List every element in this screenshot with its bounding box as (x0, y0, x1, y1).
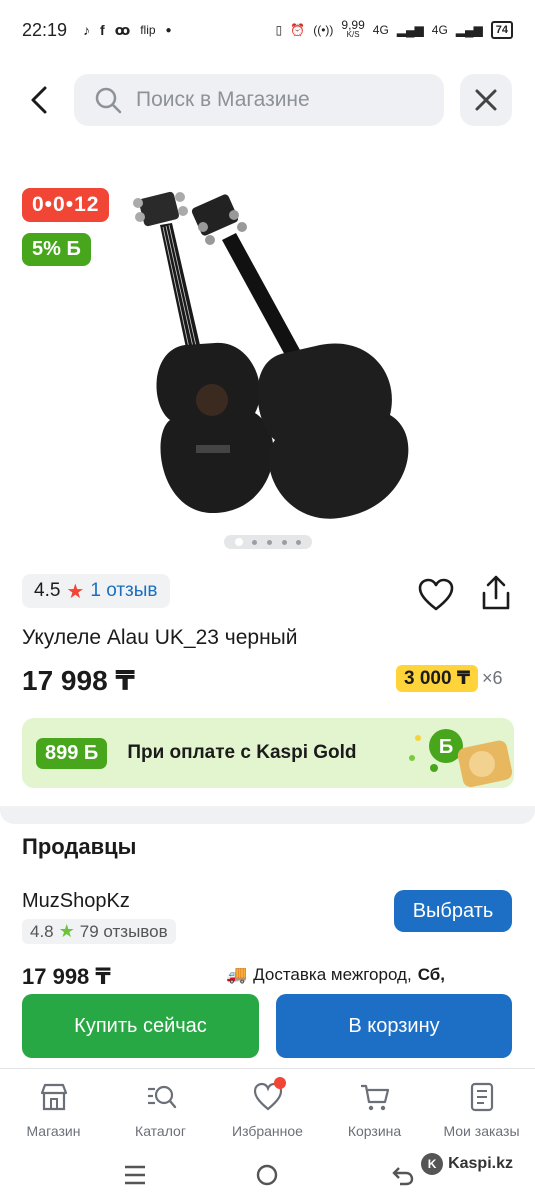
buy-now-button[interactable]: Купить сейчас (22, 994, 259, 1058)
signal-1: 4G (372, 23, 389, 37)
favorite-button[interactable] (418, 578, 454, 612)
status-time: 22:19 (22, 19, 68, 40)
pagination-dot (266, 539, 272, 545)
delivery-label: Доставка межгород, (253, 965, 412, 984)
nav-item-shop[interactable]: Магазин (0, 1069, 107, 1150)
timer-badge: 0•0•12 (22, 188, 110, 222)
share-icon (482, 575, 510, 610)
installment-multiplier: ×6 (482, 668, 503, 688)
hotspot-icon: ((•)) (313, 23, 334, 37)
chevron-left-icon (31, 86, 47, 114)
seller-reviews: 79 отзывов (79, 921, 168, 941)
kaspi-gold-card-icon: Б (409, 729, 513, 788)
kaspi-logo-icon: K (421, 1153, 444, 1175)
tiktok-icon: ♪ (83, 22, 91, 38)
heart-icon (418, 578, 454, 611)
pagination-dot (281, 539, 287, 545)
nav-label: Мои заказы (443, 1123, 520, 1139)
flip-label: flip (140, 23, 156, 37)
nav-item-orders[interactable]: Мои заказы (428, 1069, 535, 1150)
nav-label: Избранное (232, 1123, 303, 1139)
shop-icon (40, 1083, 67, 1111)
signal-bars-icon: ▂▄▆ (455, 23, 483, 37)
pagination-dot (234, 538, 243, 546)
rating-value: 4.5 (34, 580, 61, 601)
ok-icon: ꝏ (114, 21, 131, 38)
status-bar: 22:19 ♪ f ꝏ flip ● ▯ ⏰ ((•)) 9,99 K/S 4G… (0, 0, 535, 60)
kaspi-watermark: K Kaspi.kz (421, 1153, 513, 1175)
watermark-text: Kaspi.kz (448, 1155, 513, 1172)
truck-icon: 🚚 (226, 965, 248, 984)
seller-rating: 4.8 ★ 79 отзывов (22, 919, 176, 944)
alarm-icon: ⏰ (290, 23, 306, 37)
seller-rating-value: 4.8 (30, 921, 54, 941)
rating-pill[interactable]: 4.5 ★ 1 отзыв (22, 574, 170, 608)
gold-banner-text: При оплате с Kaspi Gold (127, 742, 357, 763)
home-circle-icon (256, 1164, 278, 1186)
bottom-nav: Магазин Каталог Избранное Корзина Мои за… (0, 1068, 535, 1150)
search-icon (95, 87, 122, 114)
delivery-info: 🚚 Доставка межгород, Сб, (226, 965, 445, 987)
facebook-icon: f (100, 22, 105, 38)
choose-seller-button[interactable]: Выбрать (394, 890, 512, 932)
cart-icon (360, 1084, 389, 1111)
vibrate-icon: ▯ (275, 23, 283, 37)
signal-2: 4G (431, 23, 448, 37)
product-price: 17 998 ₸ (22, 665, 135, 696)
menu-icon (125, 1165, 145, 1185)
net-speed: 9,99 K/S (341, 18, 365, 39)
header (0, 74, 535, 126)
system-back-button[interactable] (388, 1160, 418, 1190)
section-divider (0, 806, 535, 824)
delivery-day: Сб, (417, 965, 445, 984)
installment-info: 3 000 ₸ ×6 (396, 665, 503, 692)
sellers-title: Продавцы (22, 834, 137, 859)
close-button[interactable] (460, 74, 512, 126)
search-box[interactable] (74, 74, 444, 126)
add-to-cart-button[interactable]: В корзину (276, 994, 512, 1058)
gold-bonus-badge: 899 Б (36, 737, 108, 769)
seller-price: 17 998 ₸ (22, 964, 111, 986)
image-pagination (224, 535, 312, 549)
nav-label: Магазин (26, 1123, 81, 1139)
catalog-icon (147, 1085, 176, 1109)
kaspi-gold-banner[interactable]: 899 Б При оплате с Kaspi Gold Б (22, 718, 514, 788)
back-arrow-icon (392, 1167, 414, 1186)
product-title: Укулеле Alau UK_23 черный (22, 626, 298, 649)
star-icon: ★ (58, 921, 75, 941)
recent-apps-button[interactable] (120, 1160, 150, 1190)
share-button[interactable] (478, 574, 514, 612)
reviews-link[interactable]: 1 отзыв (90, 580, 157, 602)
search-input[interactable] (136, 88, 426, 112)
seller-name[interactable]: MuzShopKz (22, 890, 130, 913)
nav-item-cart[interactable]: Корзина (321, 1069, 428, 1150)
nav-label: Корзина (347, 1123, 402, 1139)
nav-label: Каталог (135, 1123, 186, 1139)
pagination-dot (252, 539, 258, 545)
notification-dot (274, 1077, 286, 1089)
orders-icon (470, 1082, 493, 1112)
bonus-badge: 5% Б (22, 233, 91, 266)
battery-indicator: 74 (490, 21, 513, 39)
svg-text:Б: Б (439, 736, 453, 758)
installment-amount: 3 000 ₸ (396, 665, 479, 692)
star-icon: ★ (66, 580, 85, 603)
close-icon (475, 89, 497, 111)
back-button[interactable] (22, 82, 58, 118)
pagination-dot (296, 539, 302, 545)
dot-icon: ● (165, 24, 172, 36)
home-button[interactable] (252, 1160, 282, 1190)
nav-item-favorites[interactable]: Избранное (214, 1069, 321, 1150)
nav-item-catalog[interactable]: Каталог (107, 1069, 214, 1150)
signal-bars-icon: ▂▄▆ (396, 23, 424, 37)
